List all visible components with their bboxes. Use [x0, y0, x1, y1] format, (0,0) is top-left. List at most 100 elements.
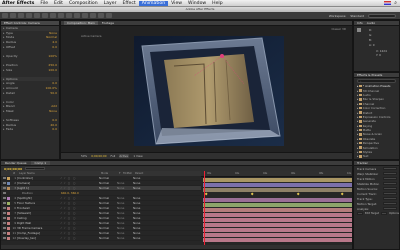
layer-mode-select[interactable]: Normal: [99, 196, 117, 200]
layer-trkmat-select[interactable]: None: [117, 206, 133, 210]
layer-search-input[interactable]: [25, 167, 46, 170]
layer-name[interactable]: Ceiling: [17, 216, 61, 220]
tracker-control[interactable]: [383, 186, 397, 191]
effect-property-row[interactable]: ▸ Mask None: [1, 109, 59, 114]
layer-trkmat-select[interactable]: None: [117, 236, 133, 240]
visibility-eye-icon[interactable]: [3, 212, 6, 214]
layer-duration-bar[interactable]: [203, 197, 352, 202]
layer-mode-select[interactable]: Normal: [99, 236, 117, 240]
visibility-eye-icon[interactable]: [3, 232, 6, 234]
layer-switches[interactable]: ⁄ ⁄ ○ ○: [61, 206, 99, 210]
zoom-select[interactable]: 50%: [81, 154, 87, 158]
layer-parent-select[interactable]: None: [133, 176, 157, 180]
menu-composition[interactable]: Composition: [66, 1, 101, 6]
label-color-swatch[interactable]: [7, 231, 10, 235]
layer-switches[interactable]: ⁄ ⁄ ○ ○: [61, 196, 99, 200]
tracker-control[interactable]: [383, 181, 397, 186]
zoom-tool-icon[interactable]: [18, 13, 24, 18]
layer-mode-select[interactable]: Normal: [99, 226, 117, 230]
disclosure-triangle-icon[interactable]: ▸: [357, 106, 358, 110]
visibility-eye-icon[interactable]: [3, 222, 6, 224]
layer-name[interactable]: [Camera]: [17, 181, 61, 185]
tab-info[interactable]: Info: [357, 21, 363, 25]
layer-duration-bar[interactable]: [203, 202, 352, 207]
text-tool-icon[interactable]: [66, 13, 72, 18]
layer-duration-bar[interactable]: [203, 207, 352, 212]
visibility-eye-icon[interactable]: [3, 237, 6, 239]
disclosure-triangle-icon[interactable]: ▸: [357, 124, 358, 128]
viewer-timecode[interactable]: 0;00;00;00: [91, 154, 106, 158]
layer-switches[interactable]: ⁄ ⁄ ○ ○: [61, 201, 99, 205]
app-menu[interactable]: After Effects: [0, 1, 37, 6]
property-value[interactable]: 640.0, 360.0: [61, 191, 91, 195]
effect-property-row[interactable]: ▸ Size 100.0: [1, 67, 59, 72]
pen-tool-icon[interactable]: [58, 13, 64, 18]
layer-switches[interactable]: ⁄ ⁄ ○ ○: [61, 226, 99, 230]
layer-switches[interactable]: ⁄ ⁄ ○ ○: [61, 236, 99, 240]
label-color-swatch[interactable]: [7, 201, 10, 205]
layer-name[interactable]: Right Wall: [17, 221, 61, 225]
layer-duration-bar[interactable]: [203, 232, 352, 237]
layer-name[interactable]: [Sidewall]: [17, 211, 61, 215]
effect-property-value[interactable]: 100.0: [48, 68, 57, 72]
menu-view[interactable]: View: [168, 1, 185, 6]
layer-trkmat-select[interactable]: None: [117, 211, 133, 215]
disclosure-triangle-icon[interactable]: ▸: [357, 150, 358, 154]
label-color-swatch[interactable]: [7, 206, 10, 210]
label-color-swatch[interactable]: [7, 186, 10, 190]
tab-render-queue[interactable]: Render Queue: [1, 161, 31, 165]
col-mode[interactable]: Mode: [101, 172, 119, 175]
visibility-eye-icon[interactable]: [3, 182, 6, 184]
tab-footage[interactable]: Footage: [102, 21, 114, 25]
tracker-control[interactable]: [383, 166, 397, 171]
layer-mode-select[interactable]: Normal: [99, 221, 117, 225]
disclosure-triangle-icon[interactable]: ▸: [357, 119, 358, 123]
layer-name[interactable]: [Overlay_tex]: [17, 236, 61, 240]
disclosure-triangle-icon[interactable]: ▸: [357, 89, 358, 93]
layer-switches[interactable]: ⁄ ⁄ ○ ○: [61, 231, 99, 235]
layer-duration-bar[interactable]: [203, 177, 352, 182]
layer-trkmat-select[interactable]: None: [117, 201, 133, 205]
disclosure-triangle-icon[interactable]: ▸: [357, 154, 358, 158]
menu-animation[interactable]: Animation: [138, 0, 169, 6]
effect-property-row[interactable]: ▸ Angle 0.0: [1, 81, 59, 86]
effect-property-row[interactable]: ▸ Color: [1, 100, 59, 105]
layer-name[interactable]: 3D Frame Camera: [17, 226, 61, 230]
tracker-control[interactable]: [383, 191, 397, 196]
disclosure-triangle-icon[interactable]: ▸: [357, 132, 358, 136]
renderer-label[interactable]: Classic 3D: [332, 27, 347, 31]
effect-property-value[interactable]: 50.0: [50, 91, 57, 95]
effects-search-input[interactable]: ⌕: [357, 79, 396, 83]
effect-property-row[interactable]: ▸ Softness 0.0: [1, 118, 59, 123]
view-layout-select[interactable]: 1 View: [133, 154, 142, 158]
keyframe-icon[interactable]: [340, 192, 344, 197]
tab-audio[interactable]: Audio: [367, 21, 376, 25]
label-color-swatch[interactable]: [7, 196, 10, 200]
visibility-eye-icon[interactable]: [3, 192, 6, 194]
tab-effects-presets[interactable]: Effects & Presets: [354, 73, 399, 78]
effect-property-value[interactable]: None: [49, 31, 57, 35]
eraser-tool-icon[interactable]: [90, 13, 96, 18]
layer-trkmat-select[interactable]: None: [117, 196, 133, 200]
disclosure-triangle-icon[interactable]: ▸: [357, 128, 358, 132]
menu-edit[interactable]: Edit: [51, 1, 66, 6]
layer-trkmat-select[interactable]: None: [117, 231, 133, 235]
puppet-tool-icon[interactable]: [106, 13, 112, 18]
col-parent[interactable]: Parent: [135, 172, 159, 175]
spotlight-icon[interactable]: ⌕: [394, 0, 397, 6]
disclosure-triangle-icon[interactable]: ▸: [357, 115, 358, 119]
tracker-control[interactable]: [383, 176, 397, 181]
label-color-swatch[interactable]: [7, 176, 10, 180]
brush-tool-icon[interactable]: [74, 13, 80, 18]
layer-switches[interactable]: ⁄ ⁄ ○ ○: [61, 216, 99, 220]
tab-composition[interactable]: Composition: Main: [64, 21, 98, 25]
layer-parent-select[interactable]: None: [133, 221, 157, 225]
effect-property-row[interactable]: ▸ Options: [1, 76, 59, 82]
effect-property-row[interactable]: ▸ Fade 0.0: [1, 127, 59, 132]
label-color-swatch[interactable]: [7, 211, 10, 215]
camera-view-select[interactable]: Active Camera: [119, 154, 130, 159]
layer-row[interactable]: 12 [Overlay_tex] ⁄ ⁄ ○ ○ Normal None None: [1, 236, 201, 241]
visibility-eye-icon[interactable]: [3, 227, 6, 229]
layer-trkmat-select[interactable]: None: [117, 221, 133, 225]
layer-switches[interactable]: ⁄ ⁄ ○ ○: [61, 181, 99, 185]
